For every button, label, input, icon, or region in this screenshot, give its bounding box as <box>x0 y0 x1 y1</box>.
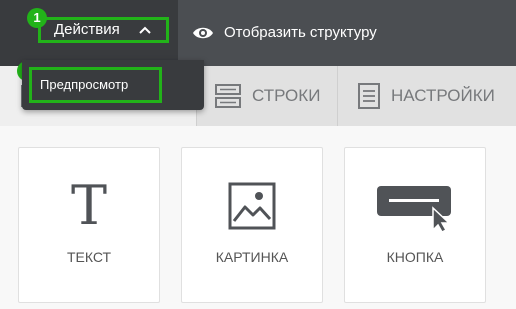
actions-label: Действия <box>54 21 120 38</box>
chevron-up-icon <box>139 26 151 34</box>
element-label-text: ТЕКСТ <box>66 249 112 265</box>
tab-settings[interactable]: НАСТРОЙКИ <box>337 66 516 126</box>
top-toolbar: Действия Отобразить структуру <box>0 0 516 66</box>
element-label-button: КНОПКА <box>386 249 444 265</box>
step-badge-1: 1 <box>27 8 47 28</box>
element-card-text[interactable]: T ТЕКСТ <box>18 147 160 303</box>
preview-menu-item[interactable]: Предпросмотр <box>29 67 162 103</box>
show-structure-button[interactable]: Отобразить структуру <box>192 21 377 45</box>
image-icon <box>182 176 322 236</box>
show-structure-label: Отобразить структуру <box>224 24 377 41</box>
eye-icon <box>193 27 213 39</box>
text-icon: T <box>70 174 108 237</box>
actions-button[interactable]: Действия <box>38 17 169 43</box>
settings-icon <box>358 83 380 109</box>
tab-rows-label: СТРОКИ <box>252 86 321 105</box>
rows-icon <box>215 84 241 108</box>
element-label-image: КАРТИНКА <box>215 249 289 265</box>
tab-settings-label: НАСТРОЙКИ <box>391 86 495 105</box>
preview-label: Предпросмотр <box>40 77 129 92</box>
elements-panel: T ТЕКСТ КАРТИНКА КНОПКА <box>0 126 516 309</box>
actions-dropdown-menu: Предпросмотр <box>22 60 204 110</box>
tab-rows[interactable]: СТРОКИ <box>196 66 337 126</box>
element-card-button[interactable]: КНОПКА <box>344 147 486 303</box>
element-card-image[interactable]: КАРТИНКА <box>181 147 323 303</box>
button-icon <box>345 176 485 236</box>
